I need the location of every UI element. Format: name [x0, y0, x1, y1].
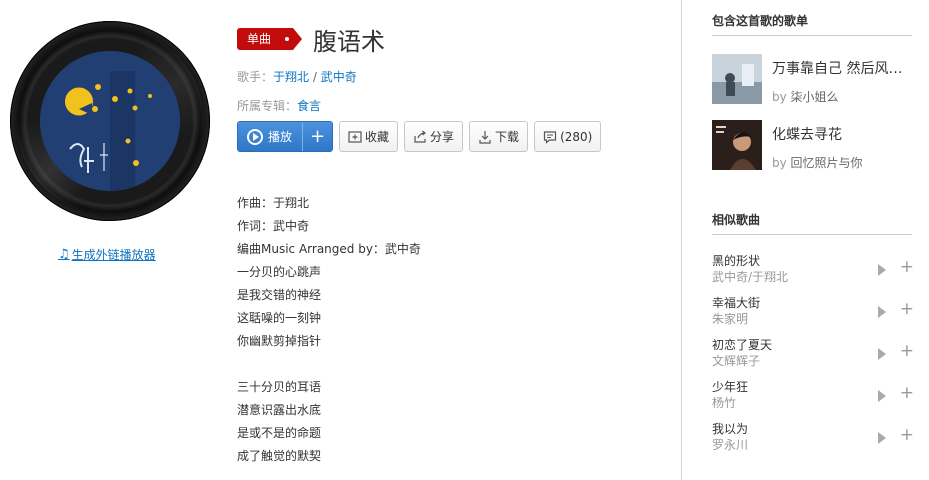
song-info: 单曲 腹语术 歌手：于翔北 / 武中奇 所属专辑：食言 播放 + 收藏 分享 下… [237, 26, 667, 463]
action-buttons: 播放 + 收藏 分享 下载 (280) [237, 121, 602, 152]
add-icon[interactable]: + [900, 258, 914, 276]
album-cover [10, 21, 210, 221]
album-link[interactable]: 食言 [297, 99, 321, 113]
lyric-line: 一分贝的心跳声 [237, 265, 322, 279]
similar-song-item: 幸福大街 朱家明 + [712, 295, 914, 331]
lyric-line: 你幽默剪掉指针 [237, 334, 322, 348]
title-row: 单曲 腹语术 [237, 26, 667, 56]
play-icon[interactable] [878, 264, 886, 276]
lyric-line: 三十分贝的耳语 [237, 380, 322, 394]
single-tag: 单曲 [237, 28, 303, 50]
lyric-line: 这聒噪的一刻钟 [237, 311, 322, 325]
playlist-cover[interactable] [712, 120, 762, 170]
similar-song-item: 初恋了夏天 文辉辉子 + [712, 337, 914, 373]
lyric-line: 编曲Music Arranged by：武中奇 [237, 242, 421, 256]
playlist-item[interactable]: 万事靠自己 然后风… by 柒小姐么 [712, 54, 912, 104]
folder-add-icon [348, 130, 362, 143]
creator-link[interactable]: 柒小姐么 [791, 90, 839, 104]
similar-song-item: 黑的形状 武中奇/于翔北 + [712, 253, 914, 289]
play-icon[interactable] [878, 306, 886, 318]
song-title: 腹语术 [313, 27, 386, 56]
play-button[interactable]: 播放 [238, 122, 303, 151]
singer-label: 歌手： [237, 70, 274, 84]
similar-song-item: 我以为 罗永川 + [712, 421, 914, 457]
playlist-name[interactable]: 万事靠自己 然后风… [772, 58, 912, 78]
share-label: 分享 [430, 130, 455, 144]
playlist-creator: by 回忆照片与你 [772, 156, 863, 170]
collect-label: 收藏 [365, 130, 390, 144]
play-icon[interactable] [878, 390, 886, 402]
vinyl-record [10, 21, 210, 221]
share-icon [414, 130, 426, 143]
playlist-name[interactable]: 化蝶去寻花 [772, 124, 912, 144]
lyric-line: 潜意识露出水底 [237, 403, 322, 417]
download-button[interactable]: 下载 [469, 121, 529, 152]
lyric-line [237, 353, 421, 376]
album-art [40, 51, 180, 191]
ext-player-link[interactable]: ♫ 生成外链播放器 [58, 246, 156, 263]
creator-link[interactable]: 回忆照片与你 [791, 156, 863, 170]
playlists-section-title: 包含这首歌的歌单 [712, 12, 912, 36]
play-icon[interactable] [878, 432, 886, 444]
add-to-playlist-button[interactable]: + [302, 122, 333, 151]
play-group: 播放 + [237, 121, 334, 152]
add-icon[interactable]: + [900, 384, 914, 402]
album-label: 所属专辑： [237, 99, 298, 113]
playlist-creator: by 柒小姐么 [772, 90, 839, 104]
similar-song-item: 少年狂 杨竹 + [712, 379, 914, 415]
music-note-icon: ♫ [58, 247, 70, 262]
playlist-cover[interactable] [712, 54, 762, 104]
add-icon[interactable]: + [900, 426, 914, 444]
add-icon[interactable]: + [900, 300, 914, 318]
sidebar: 包含这首歌的歌单 万事靠自己 然后风… by 柒小姐么 化蝶去寻花 by 回忆照… [681, 0, 929, 480]
singer-separator: / [309, 70, 321, 84]
lyric-line: 作曲：于翔北 [237, 196, 310, 210]
lyric-line: 成了触觉的默契 [237, 449, 322, 463]
lyric-line: 是我交错的神经 [237, 288, 322, 302]
singer-row: 歌手：于翔北 / 武中奇 [237, 68, 667, 86]
singer-link-2[interactable]: 武中奇 [321, 70, 357, 84]
album-row: 所属专辑：食言 [237, 97, 667, 115]
lyric-line: 作词：武中奇 [237, 219, 310, 233]
download-label: 下载 [495, 130, 520, 144]
similar-section-title: 相似歌曲 [712, 211, 912, 235]
comment-count: (280) [560, 129, 593, 144]
play-icon[interactable] [878, 348, 886, 360]
play-icon [247, 128, 263, 145]
comment-icon [543, 130, 557, 144]
comment-button[interactable]: (280) [534, 121, 602, 152]
ext-player-link-label[interactable]: 生成外链播放器 [72, 246, 156, 263]
lyrics: 作曲：于翔北 作词：武中奇 编曲Music Arranged by：武中奇 一分… [237, 192, 421, 468]
play-label: 播放 [268, 130, 293, 144]
collect-button[interactable]: 收藏 [339, 121, 399, 152]
singer-link-1[interactable]: 于翔北 [273, 70, 309, 84]
lyric-line: 是或不是的命题 [237, 426, 322, 440]
playlist-item[interactable]: 化蝶去寻花 by 回忆照片与你 [712, 120, 912, 170]
share-button[interactable]: 分享 [404, 121, 464, 152]
add-icon[interactable]: + [900, 342, 914, 360]
download-icon [479, 130, 491, 144]
